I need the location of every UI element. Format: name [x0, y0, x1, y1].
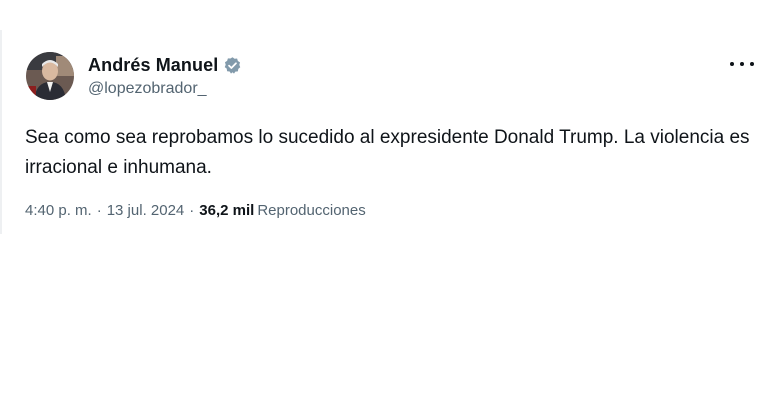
- verified-badge-icon[interactable]: [223, 56, 242, 75]
- separator: ·: [96, 202, 102, 219]
- card-border: [0, 30, 2, 234]
- views-count[interactable]: 36,2 mil: [199, 202, 254, 219]
- avatar[interactable]: [26, 52, 74, 100]
- separator: ·: [189, 202, 195, 219]
- author-row: Andrés Manuel: [88, 53, 242, 77]
- more-options-icon[interactable]: [730, 58, 754, 70]
- dot: [730, 62, 734, 66]
- views-label: Reproducciones: [257, 202, 366, 219]
- dot: [750, 62, 754, 66]
- tweet-date[interactable]: 13 jul. 2024: [107, 202, 185, 219]
- author-handle[interactable]: @lopezobrador_: [88, 80, 207, 98]
- dot: [740, 62, 744, 66]
- tweet-time[interactable]: 4:40 p. m.: [25, 202, 92, 219]
- tweet-text: Sea como sea reprobamos lo sucedido al e…: [25, 127, 750, 178]
- tweet-meta: 4:40 p. m. · 13 jul. 2024 · 36,2 mil Rep…: [25, 202, 366, 219]
- author-display-name[interactable]: Andrés Manuel: [88, 55, 218, 76]
